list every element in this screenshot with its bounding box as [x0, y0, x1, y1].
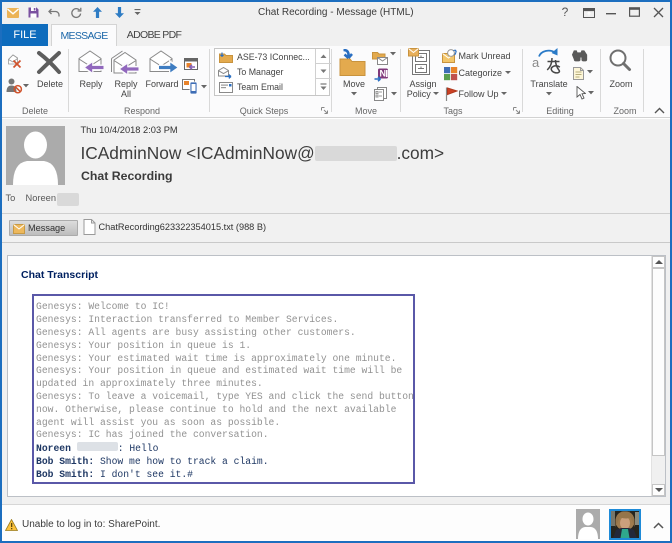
svg-text:N: N [380, 69, 387, 79]
